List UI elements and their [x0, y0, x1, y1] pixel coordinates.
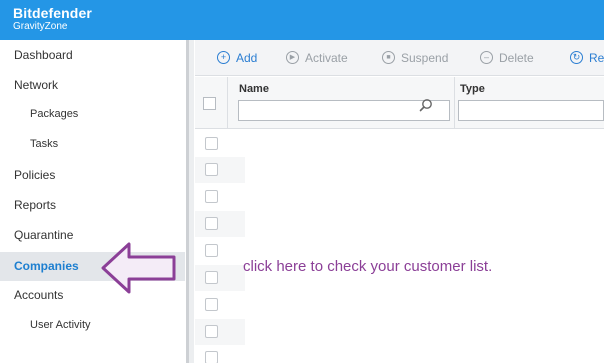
toolbar: + Add ▶ Activate ■ Suspend – Delete ↻ Re: [195, 40, 604, 76]
add-button[interactable]: + Add: [217, 50, 257, 66]
gutter: [189, 40, 194, 363]
suspend-button-label: Suspend: [401, 51, 449, 65]
column-header-type[interactable]: Type: [460, 83, 485, 95]
app-window: Bitdefender GravityZone Dashboard Networ…: [0, 0, 604, 363]
table-row[interactable]: [195, 265, 245, 291]
activate-button-label: Activate: [305, 51, 348, 65]
row-checkbox[interactable]: [205, 163, 218, 176]
brand-name: Bitdefender: [13, 5, 92, 21]
table-row[interactable]: [195, 157, 245, 183]
type-filter-input[interactable]: [458, 100, 604, 121]
sidebar-item-policies[interactable]: Policies: [0, 162, 185, 188]
row-checkbox[interactable]: [205, 244, 218, 257]
brand-logo[interactable]: Bitdefender GravityZone: [13, 5, 92, 33]
suspend-button[interactable]: ■ Suspend: [382, 50, 448, 66]
activate-button[interactable]: ▶ Activate: [286, 50, 348, 66]
table-row[interactable]: [195, 211, 245, 237]
column-divider: [227, 77, 228, 129]
callout-note: click here to check your customer list.: [243, 258, 493, 275]
row-checkbox[interactable]: [205, 271, 218, 284]
minus-circle-icon: –: [480, 51, 493, 64]
row-checkbox[interactable]: [205, 325, 218, 338]
search-icon[interactable]: [419, 98, 433, 112]
row-checkbox[interactable]: [205, 137, 218, 150]
top-header: Bitdefender GravityZone: [0, 0, 604, 40]
stop-circle-icon: ■: [382, 51, 395, 64]
add-button-label: Add: [236, 51, 258, 65]
sidebar-item-user-activity[interactable]: User Activity: [0, 312, 185, 338]
sidebar-item-reports[interactable]: Reports: [0, 192, 185, 218]
refresh-button[interactable]: ↻ Re: [570, 50, 604, 66]
brand-product: GravityZone: [13, 21, 68, 32]
refresh-button-label: Re: [589, 51, 604, 65]
delete-button-label: Delete: [499, 51, 534, 65]
row-checkbox[interactable]: [205, 351, 218, 363]
delete-button[interactable]: – Delete: [480, 50, 534, 66]
row-checkbox[interactable]: [205, 298, 218, 311]
sidebar-item-tasks[interactable]: Tasks: [0, 131, 185, 157]
table-header: Name Type: [195, 77, 604, 129]
row-checkbox[interactable]: [205, 217, 218, 230]
select-all-checkbox[interactable]: [203, 97, 216, 110]
column-divider: [454, 77, 455, 129]
plus-circle-icon: +: [217, 51, 230, 64]
column-header-name[interactable]: Name: [239, 83, 269, 95]
sidebar-item-network[interactable]: Network: [0, 72, 185, 98]
callout-arrow-icon: [101, 242, 176, 294]
sidebar-item-dashboard[interactable]: Dashboard: [0, 42, 185, 68]
row-checkbox[interactable]: [205, 190, 218, 203]
play-circle-icon: ▶: [286, 51, 299, 64]
table-row[interactable]: [195, 319, 245, 345]
refresh-icon: ↻: [570, 51, 583, 64]
sidebar-item-packages[interactable]: Packages: [0, 101, 185, 127]
